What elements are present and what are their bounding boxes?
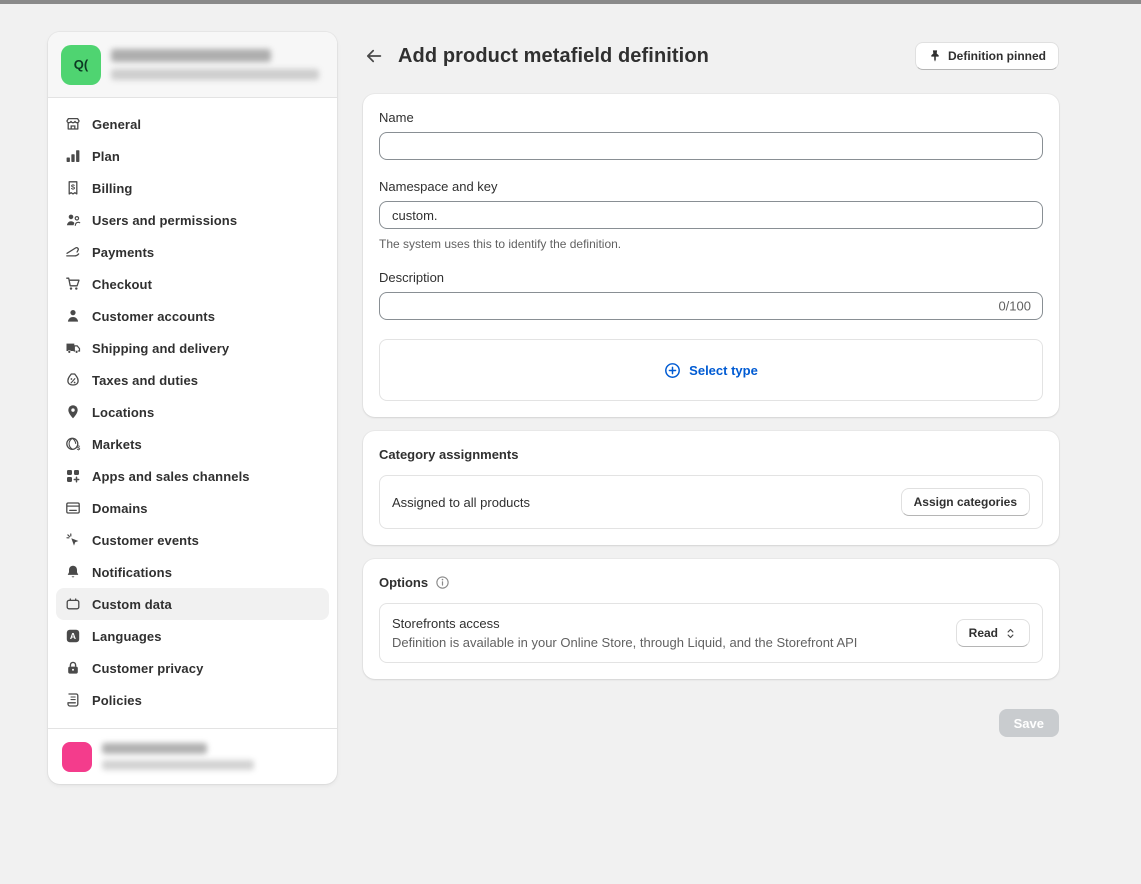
name-field-group: Name [379,110,1043,160]
back-arrow-icon[interactable] [363,45,385,67]
namespace-label: Namespace and key [379,179,1043,194]
translate-icon: A [64,628,81,645]
options-title-row: Options [379,575,1043,590]
payments-hand-icon [64,244,81,261]
sidebar-item-policies[interactable]: Policies [56,684,329,716]
description-input[interactable] [379,292,1043,320]
namespace-help-text: The system uses this to identify the def… [379,237,1043,251]
sidebar-item-customer-privacy[interactable]: Customer privacy [56,652,329,684]
plan-chart-icon [64,148,81,165]
sidebar-item-taxes-and-duties[interactable]: Taxes and duties [56,364,329,396]
select-type-button[interactable]: Select type [379,339,1043,401]
sidebar-item-domains[interactable]: Domains [56,492,329,524]
sidebar-item-users-and-permissions[interactable]: Users and permissions [56,204,329,236]
sidebar-item-apps-and-sales-channels[interactable]: Apps and sales channels [56,460,329,492]
cursor-click-icon [64,532,81,549]
category-status-text: Assigned to all products [392,495,530,510]
policy-doc-icon [64,692,81,709]
user-avatar [62,742,92,772]
category-assignments-card: Category assignments Assigned to all pro… [363,431,1059,545]
user-footer[interactable] [48,728,337,784]
definition-form-card: Name Namespace and key The system uses t… [363,94,1059,417]
sidebar-item-billing[interactable]: $ Billing [56,172,329,204]
svg-text:$: $ [70,183,75,192]
sidebar-item-notifications[interactable]: Notifications [56,556,329,588]
namespace-field-group: Namespace and key The system uses this t… [379,179,1043,251]
settings-sidebar: Q( General Plan $ Billing Users and perm… [48,32,337,784]
tax-bag-icon [64,372,81,389]
store-meta [111,49,324,80]
storefronts-access-row: Storefronts access Definition is availab… [379,603,1043,663]
main-content: Add product metafield definition Definit… [363,40,1059,737]
settings-nav: General Plan $ Billing Users and permiss… [48,98,337,728]
save-button[interactable]: Save [999,709,1059,737]
store-icon [64,116,81,133]
definition-pinned-button[interactable]: Definition pinned [915,42,1059,70]
sidebar-item-plan[interactable]: Plan [56,140,329,172]
truck-icon [64,340,81,357]
definition-pinned-label: Definition pinned [948,49,1046,63]
billing-receipt-icon: $ [64,180,81,197]
select-chevrons-icon [1004,627,1017,640]
domain-window-icon [64,500,81,517]
sidebar-item-languages[interactable]: A Languages [56,620,329,652]
location-pin-icon [64,404,81,421]
category-assignment-row: Assigned to all products Assign categori… [379,475,1043,529]
storefronts-access-title: Storefronts access [392,616,857,631]
svg-text:$: $ [76,445,80,452]
storefronts-access-select[interactable]: Read [956,619,1030,647]
sidebar-item-general[interactable]: General [56,108,329,140]
storefronts-access-value: Read [969,626,998,640]
bell-icon [64,564,81,581]
page-title: Add product metafield definition [398,45,915,68]
assign-categories-label: Assign categories [914,495,1017,509]
apps-grid-icon [64,468,81,485]
description-label: Description [379,270,1043,285]
sidebar-item-payments[interactable]: Payments [56,236,329,268]
name-input[interactable] [379,132,1043,160]
category-assignments-title: Category assignments [379,447,1043,462]
sidebar-item-customer-accounts[interactable]: Customer accounts [56,300,329,332]
sidebar-item-custom-data[interactable]: Custom data [56,588,329,620]
info-icon[interactable] [435,575,450,590]
store-domain-redacted [111,69,319,80]
sidebar-item-locations[interactable]: Locations [56,396,329,428]
custom-data-box-icon [64,596,81,613]
browser-top-strip [0,0,1141,4]
store-avatar: Q( [61,45,101,85]
checkout-cart-icon [64,276,81,293]
sidebar-item-markets[interactable]: $ Markets [56,428,329,460]
assign-categories-button[interactable]: Assign categories [901,488,1030,516]
store-header[interactable]: Q( [48,32,337,98]
globe-icon: $ [64,436,81,453]
select-type-label: Select type [689,363,758,378]
storefronts-access-text: Storefronts access Definition is availab… [392,616,857,650]
page-actions: Save [363,709,1059,737]
options-title: Options [379,575,428,590]
character-counter: 0/100 [998,299,1031,314]
user-email-redacted [102,760,254,770]
lock-icon [64,660,81,677]
sidebar-item-shipping-and-delivery[interactable]: Shipping and delivery [56,332,329,364]
name-label: Name [379,110,1043,125]
circle-plus-icon [664,362,681,379]
pin-icon [928,49,942,63]
sidebar-item-checkout[interactable]: Checkout [56,268,329,300]
user-name-redacted [102,743,207,754]
page-header: Add product metafield definition Definit… [363,40,1059,72]
person-icon [64,308,81,325]
namespace-input[interactable] [379,201,1043,229]
store-name-redacted [111,49,271,62]
user-meta [102,743,323,770]
description-field-group: Description 0/100 [379,270,1043,320]
sidebar-item-customer-events[interactable]: Customer events [56,524,329,556]
storefronts-access-description: Definition is available in your Online S… [392,635,857,650]
svg-text:A: A [69,631,75,641]
options-card: Options Storefronts access Definition is… [363,559,1059,679]
users-icon [64,212,81,229]
